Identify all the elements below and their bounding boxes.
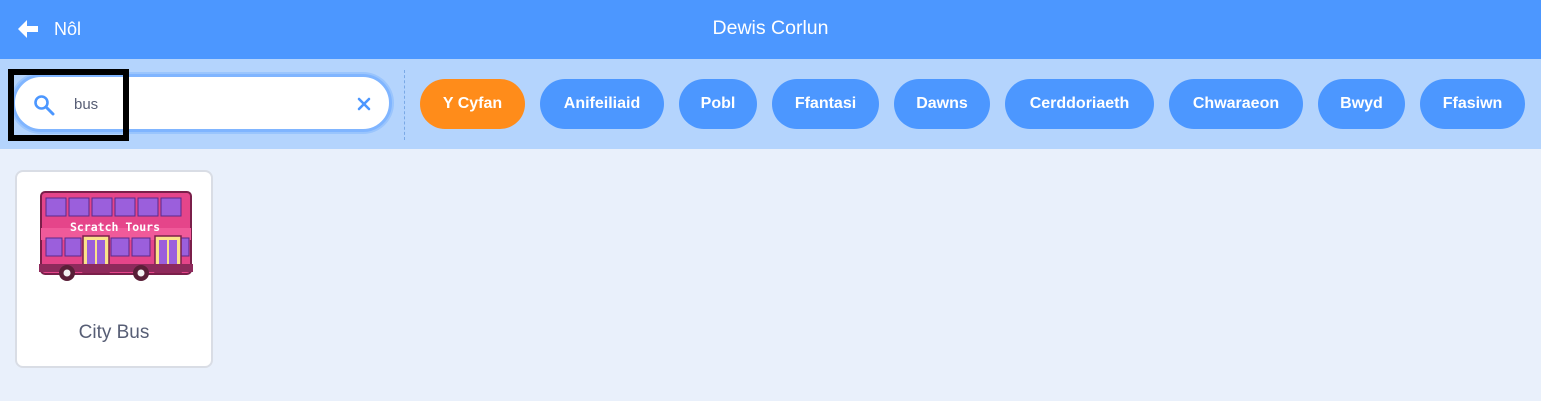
tag-people[interactable]: Pobl — [679, 79, 757, 129]
tag-label: Pobl — [700, 95, 736, 112]
bus-thumbnail: Scratch Tours — [39, 191, 193, 281]
tag-animals[interactable]: Anifeiliaid — [540, 79, 664, 129]
tag-label: Ffasiwn — [1442, 95, 1503, 112]
tag-label: Anifeiliaid — [563, 95, 641, 112]
tag-label: Bwyd — [1340, 95, 1383, 112]
sprite-card-city-bus[interactable]: Scratch Tours City Bus — [15, 170, 213, 368]
tag-label: Chwaraeon — [1192, 95, 1280, 112]
tag-sports[interactable]: Chwaraeon — [1169, 79, 1303, 129]
header-bar: Nôl Dewis Corlun — [0, 0, 1541, 59]
page-title: Dewis Corlun — [712, 17, 829, 39]
close-icon[interactable] — [355, 95, 373, 113]
tag-label: Y Cyfan — [442, 95, 503, 112]
filter-divider — [404, 70, 405, 140]
tag-food[interactable]: Bwyd — [1318, 79, 1405, 129]
tag-label: Cerddoriaeth — [1029, 95, 1130, 112]
sprite-name: City Bus — [78, 322, 150, 343]
tag-all[interactable]: Y Cyfan — [420, 79, 525, 129]
tag-dance[interactable]: Dawns — [894, 79, 990, 129]
tag-fashion[interactable]: Ffasiwn — [1420, 79, 1525, 129]
search-input[interactable] — [66, 86, 336, 122]
tag-fantasy[interactable]: Ffantasi — [772, 79, 879, 129]
bus-sign: Scratch Tours — [70, 220, 160, 234]
tag-label: Dawns — [916, 95, 968, 112]
tag-label: Ffantasi — [794, 95, 857, 112]
search-icon — [34, 95, 55, 116]
tag-music[interactable]: Cerddoriaeth — [1005, 79, 1154, 129]
